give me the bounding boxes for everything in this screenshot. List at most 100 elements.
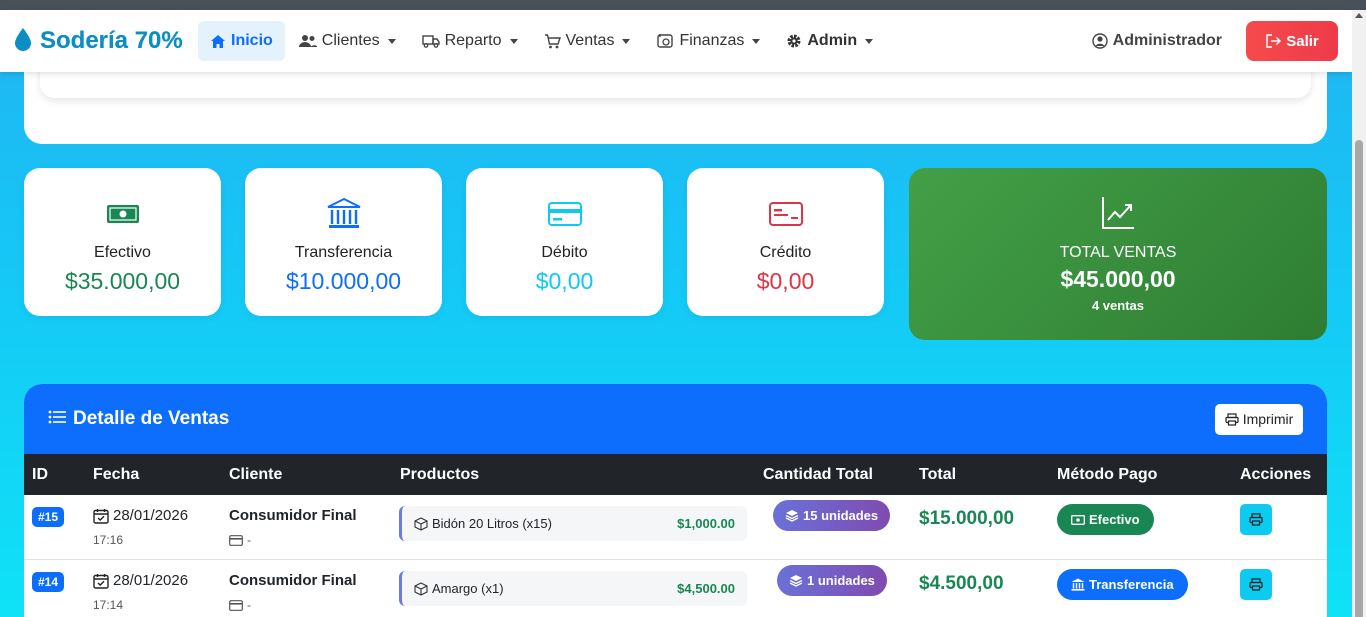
calendar-check-icon bbox=[93, 573, 109, 589]
print-label: Imprimir bbox=[1242, 411, 1294, 427]
printer-icon bbox=[1225, 412, 1239, 426]
brand[interactable]: Sodería 70% bbox=[14, 27, 198, 56]
layers-icon bbox=[789, 574, 803, 587]
user-menu[interactable]: Administrador bbox=[1091, 32, 1222, 50]
print-sale-button[interactable] bbox=[1240, 504, 1272, 535]
piggy-bank-icon bbox=[656, 33, 674, 49]
stat-label: Efectivo bbox=[94, 244, 151, 261]
nav-admin-label: Admin bbox=[807, 32, 858, 49]
payment-text: Transferencia bbox=[1089, 577, 1174, 592]
stat-card-transferencia: Transferencia $10.000,00 bbox=[245, 168, 442, 316]
payment-badge: Efectivo bbox=[1057, 504, 1154, 535]
sale-client-card: - bbox=[229, 533, 251, 547]
sale-client-card-text: - bbox=[247, 598, 251, 612]
logout-icon bbox=[1265, 34, 1282, 48]
home-icon bbox=[210, 34, 226, 49]
column-header-total[interactable]: Total bbox=[919, 466, 956, 484]
browser-top-strip bbox=[0, 0, 1366, 10]
nav-reparto-label: Reparto bbox=[444, 32, 502, 49]
stat-card-debito: Débito $0,00 bbox=[466, 168, 663, 316]
stat-value: $0,00 bbox=[756, 268, 815, 294]
stat-label: Transferencia bbox=[294, 244, 393, 261]
column-header-fecha[interactable]: Fecha bbox=[93, 466, 139, 484]
sale-product-price: $4,500.00 bbox=[677, 581, 735, 596]
credit-card-back-icon bbox=[768, 198, 803, 230]
list-icon bbox=[48, 410, 66, 429]
payment-badge: Transferencia bbox=[1057, 569, 1188, 600]
column-header-cliente[interactable]: Cliente bbox=[229, 466, 282, 484]
credit-card-icon bbox=[229, 534, 243, 546]
page-scrollbar[interactable] bbox=[1352, 10, 1366, 617]
chevron-down-icon bbox=[622, 38, 631, 44]
print-sale-button[interactable] bbox=[1240, 569, 1272, 600]
sale-date-text: 28/01/2026 bbox=[113, 572, 189, 589]
table-header: ID Fecha Cliente Productos Cantidad Tota… bbox=[24, 454, 1327, 495]
chart-line-icon bbox=[1101, 196, 1135, 230]
sale-date: 28/01/2026 bbox=[93, 572, 188, 589]
logout-label: Salir bbox=[1286, 32, 1319, 50]
chevron-down-icon bbox=[865, 38, 874, 44]
column-header-productos[interactable]: Productos bbox=[400, 466, 479, 484]
total-label: TOTAL VENTAS bbox=[1059, 244, 1177, 261]
box-icon bbox=[414, 516, 428, 531]
nav-clientes[interactable]: Clientes bbox=[287, 21, 408, 61]
sale-client: Consumidor Final bbox=[229, 572, 357, 589]
column-header-cantidad[interactable]: Cantidad Total bbox=[763, 466, 873, 484]
gear-icon bbox=[786, 33, 802, 49]
stat-label: Crédito bbox=[759, 244, 812, 261]
sale-total: $4.500,00 bbox=[919, 573, 1004, 594]
sale-product-item: Amargo (x1) $4,500.00 bbox=[399, 571, 747, 606]
print-button[interactable]: Imprimir bbox=[1215, 403, 1303, 435]
users-icon bbox=[298, 34, 317, 48]
cart-icon bbox=[544, 33, 561, 49]
nav-clientes-label: Clientes bbox=[321, 32, 380, 49]
table-row: #14 28/01/2026 17:14 Consumidor Final - … bbox=[24, 560, 1327, 617]
nav-right: Administrador Salir bbox=[1091, 21, 1352, 61]
sale-date: 28/01/2026 bbox=[93, 507, 188, 524]
credit-card-icon bbox=[547, 198, 582, 230]
stat-value: $35.000,00 bbox=[64, 268, 181, 294]
calendar-check-icon bbox=[93, 508, 109, 524]
sale-time: 17:16 bbox=[93, 533, 124, 547]
nav-inicio[interactable]: Inicio bbox=[198, 21, 285, 61]
stat-card-total: TOTAL VENTAS $45.000,00 4 ventas bbox=[909, 168, 1327, 340]
scroll-up-arrow-icon[interactable] bbox=[1355, 13, 1363, 18]
nav-admin[interactable]: Admin bbox=[774, 21, 885, 61]
sale-total: $15.000,00 bbox=[919, 508, 1015, 529]
column-header-id[interactable]: ID bbox=[32, 466, 48, 484]
sale-client: Consumidor Final bbox=[229, 507, 357, 524]
stat-card-efectivo: Efectivo $35.000,00 bbox=[24, 168, 221, 316]
total-count: 4 ventas bbox=[1091, 298, 1145, 313]
water-drop-icon bbox=[14, 27, 32, 56]
cash-icon bbox=[1071, 514, 1085, 525]
sale-id-badge: #15 bbox=[32, 507, 65, 527]
bank-icon bbox=[327, 198, 361, 230]
sale-units-text: 1 unidades bbox=[807, 573, 875, 588]
stat-label: Débito bbox=[541, 244, 588, 261]
bank-icon bbox=[1071, 578, 1085, 591]
stat-value: $0,00 bbox=[535, 268, 594, 294]
sale-product-name: Amargo (x1) bbox=[432, 581, 504, 596]
user-name: Administrador bbox=[1112, 32, 1222, 49]
nav-inicio-label: Inicio bbox=[231, 32, 273, 49]
total-value: $45.000,00 bbox=[1060, 266, 1176, 292]
scrollbar-thumb[interactable] bbox=[1355, 140, 1363, 617]
payment-text: Efectivo bbox=[1089, 512, 1140, 527]
nav-finanzas[interactable]: Finanzas bbox=[644, 21, 772, 61]
layers-icon bbox=[785, 509, 799, 522]
sales-detail-title: Detalle de Ventas bbox=[73, 408, 230, 429]
column-header-metodo-pago[interactable]: Método Pago bbox=[1057, 466, 1157, 484]
logout-button[interactable]: Salir bbox=[1246, 21, 1338, 61]
sale-product-price: $1,000.00 bbox=[677, 516, 735, 531]
table-row: #15 28/01/2026 17:16 Consumidor Final - … bbox=[24, 495, 1327, 560]
nav-reparto[interactable]: Reparto bbox=[410, 21, 530, 61]
navbar: Sodería 70% Inicio Clientes Reparto Vent… bbox=[0, 10, 1352, 72]
sales-detail-card: Detalle de Ventas Imprimir ID Fecha Clie… bbox=[24, 384, 1327, 617]
sale-id-badge: #14 bbox=[32, 572, 65, 592]
sale-units-badge: 15 unidades bbox=[773, 500, 891, 531]
nav-ventas[interactable]: Ventas bbox=[532, 21, 643, 61]
truck-icon bbox=[421, 34, 440, 48]
sale-product-name: Bidón 20 Litros (x15) bbox=[432, 516, 552, 531]
sale-client-card-text: - bbox=[247, 533, 251, 547]
column-header-acciones: Acciones bbox=[1240, 466, 1312, 483]
